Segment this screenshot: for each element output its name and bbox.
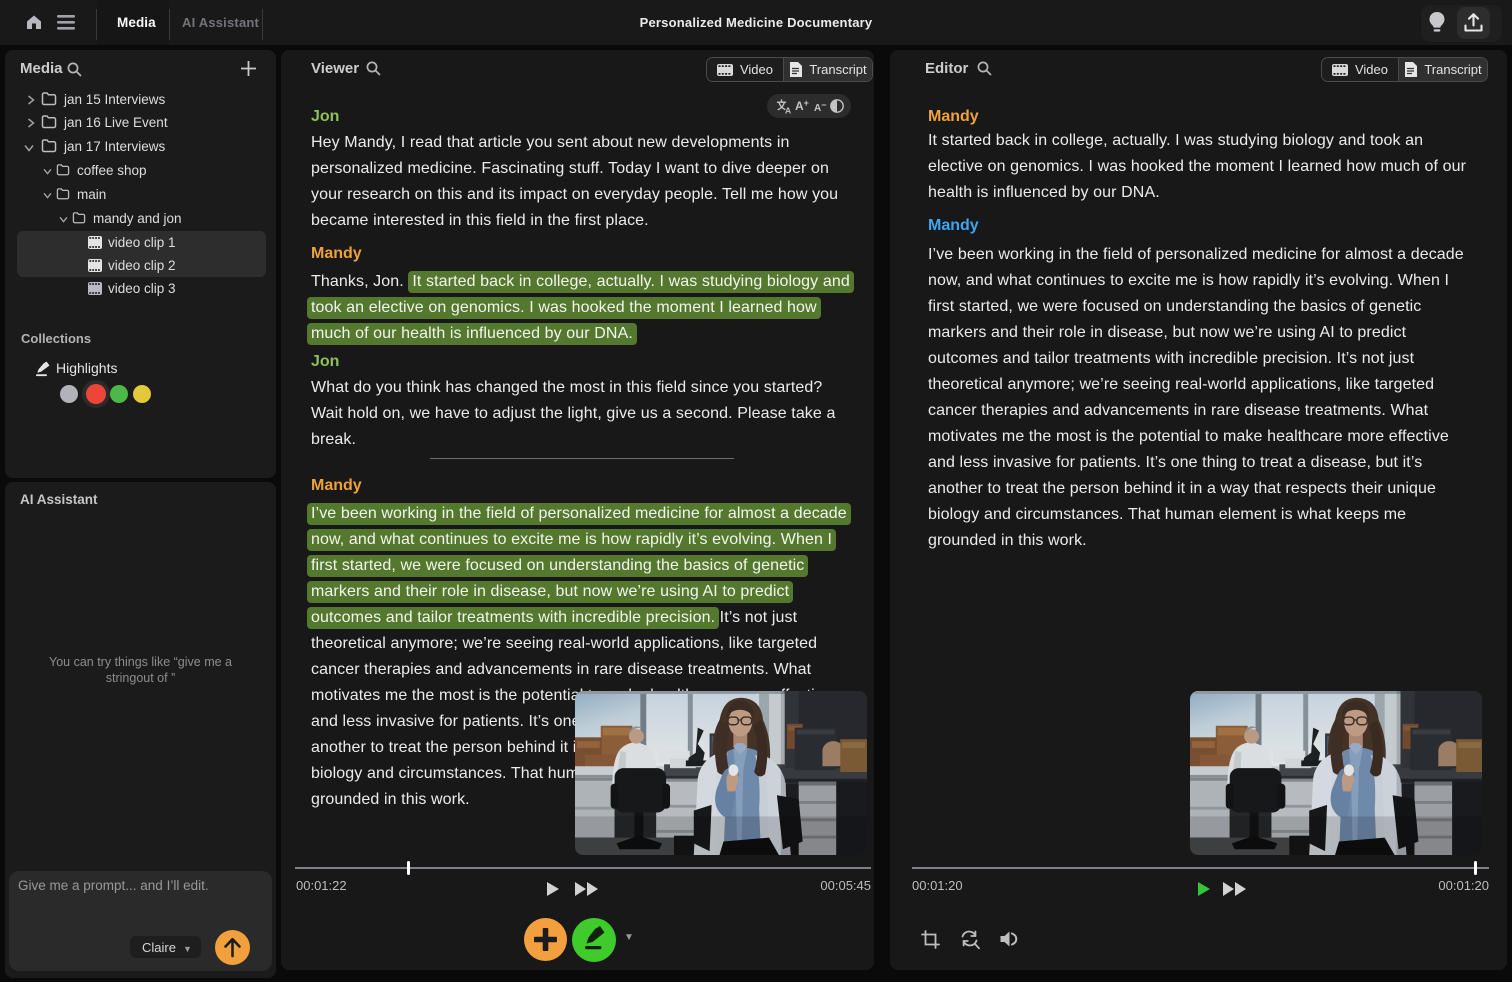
svg-text:A: A — [785, 106, 791, 115]
